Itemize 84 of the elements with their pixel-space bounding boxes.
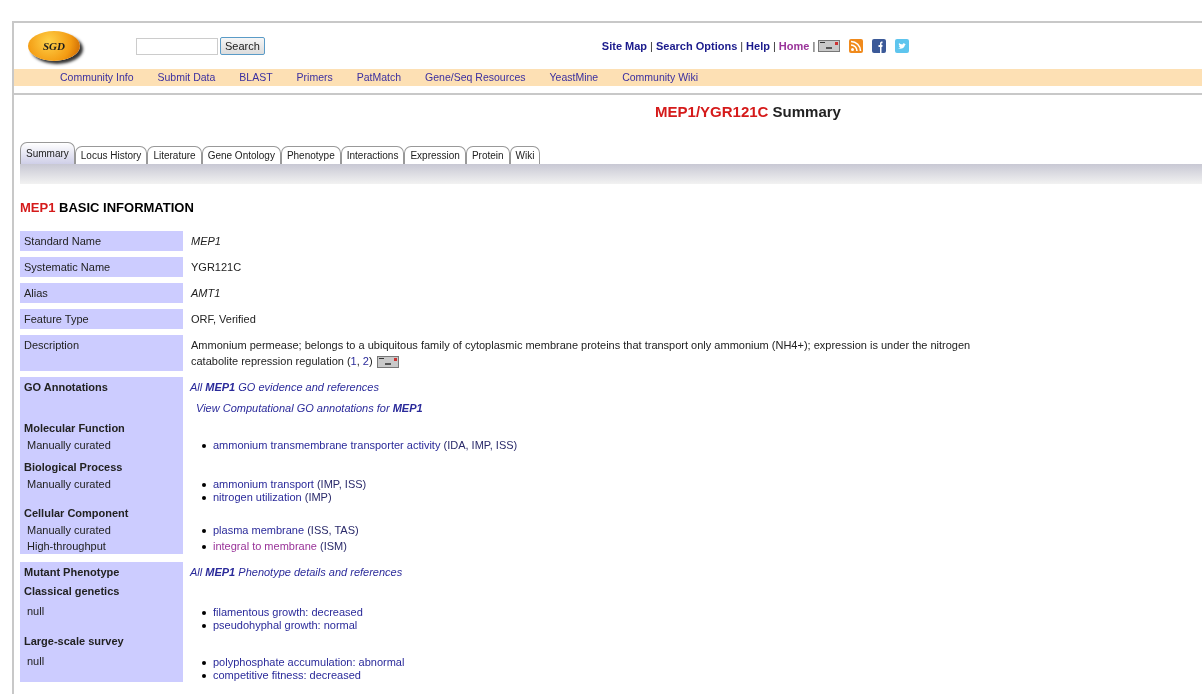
nav-link[interactable]: PatMatch (356, 69, 402, 86)
group-heading: Biological Process (20, 458, 183, 476)
link[interactable]: View Computational GO annotations for MEP1 (196, 401, 1202, 415)
term-link[interactable]: polyphosphate accumulation: abnormal (213, 656, 405, 668)
link[interactable]: All MEP1 GO evidence and references (190, 377, 1202, 394)
evidence-codes: (ISM) (320, 540, 347, 552)
term-link[interactable]: competitive fitness: decreased (213, 669, 361, 681)
tab[interactable]: Summary (20, 141, 75, 164)
nav-link[interactable]: Primers (296, 69, 333, 86)
evidence-codes: (IMP, ISS) (316, 478, 367, 490)
row-label: Mutant Phenotype (20, 562, 183, 582)
tab[interactable]: Locus History (74, 145, 148, 164)
bullet-icon (202, 544, 206, 549)
nav-link[interactable]: BLAST (239, 69, 273, 86)
nav-link[interactable]: Submit Data (157, 69, 216, 86)
bullet-icon (202, 623, 206, 628)
email-icon[interactable] (376, 356, 399, 369)
separator: | (772, 38, 776, 54)
bullet-icon (202, 673, 206, 678)
row-label: Manually curated (20, 437, 183, 458)
nav-link[interactable]: Gene/Seq Resources (425, 69, 526, 86)
row-label: GO Annotations (20, 377, 183, 397)
nav-link[interactable]: Site Map (601, 37, 648, 55)
evidence-codes: (ISS, TAS) (307, 524, 359, 536)
group-heading: Large-scale survey (20, 632, 183, 650)
bullet-icon (202, 610, 206, 615)
row-label: Systematic Name (20, 257, 183, 277)
bullet-icon (202, 443, 206, 448)
separator: | (740, 38, 744, 54)
term-link[interactable]: plasma membrane (213, 524, 305, 536)
section-heading: MEP1 BASIC INFORMATION (20, 198, 195, 217)
bullet-icon (202, 482, 206, 487)
nav-link[interactable]: Home (778, 37, 810, 55)
bullet-icon (202, 495, 206, 500)
row-label: null (20, 650, 183, 682)
row-value: Ammonium permease; belongs to a ubiquitous family of cytoplasmic membrane proteins that transport only ammonium (NH4+); expression is under the nitrogen catabolite repression regulation (1, 2) (190, 338, 972, 371)
reference-link[interactable]: 2 (362, 355, 369, 367)
group-heading: Cellular Component (20, 504, 183, 522)
term-link[interactable]: integral to membrane (213, 540, 317, 552)
row-label: Description (20, 335, 183, 371)
row-label: null (20, 600, 183, 632)
row-label: High-throughput (20, 538, 183, 554)
tab[interactable]: Interactions (340, 145, 405, 164)
tab[interactable]: Wiki (509, 145, 541, 164)
search-button[interactable]: Search (220, 37, 265, 55)
row-label: Feature Type (20, 309, 183, 329)
link[interactable]: All MEP1 Phenotype details and references (190, 562, 1202, 579)
search-field[interactable] (136, 37, 218, 55)
nav-link[interactable]: Community Wiki (622, 69, 698, 86)
row-label: Alias (20, 283, 183, 303)
evidence-codes: (IMP) (304, 491, 332, 503)
term-link[interactable]: ammonium transport (213, 478, 314, 490)
nav-link[interactable]: YeastMine (549, 69, 599, 86)
tab[interactable]: Expression (404, 145, 466, 164)
term-link[interactable]: nitrogen utilization (213, 491, 302, 503)
term-link[interactable]: pseudohyphal growth: normal (213, 619, 358, 631)
reference-link[interactable]: 1 (350, 355, 357, 367)
row-value: MEP1 (190, 234, 222, 249)
term-link[interactable]: filamentous growth: decreased (213, 606, 363, 618)
term-link[interactable]: ammonium transmembrane transporter activity (213, 439, 441, 451)
row-label: Standard Name (20, 231, 183, 251)
tab[interactable]: Literature (147, 145, 202, 164)
bullet-icon (202, 528, 206, 533)
bullet-icon (202, 660, 206, 665)
nav-link[interactable]: Search Options (655, 37, 738, 55)
tab[interactable]: Phenotype (280, 145, 341, 164)
row-value: AMT1 (190, 286, 222, 301)
tab[interactable]: Gene Ontology (201, 145, 281, 164)
separator: | (650, 38, 653, 54)
separator: | (812, 38, 816, 54)
evidence-codes: (IDA, IMP, ISS) (443, 439, 518, 451)
row-value: YGR121C (190, 260, 243, 275)
row-label: Manually curated (20, 522, 183, 538)
row-value: ORF, Verified (190, 312, 257, 327)
nav-link[interactable]: Community Info (60, 69, 134, 86)
email-icon[interactable] (818, 40, 841, 52)
site-logo[interactable]: SGD (28, 31, 80, 61)
page-title: MEP1/YGR121C Summary (655, 102, 841, 122)
tab[interactable]: Protein (465, 145, 510, 164)
group-heading: Classical genetics (20, 582, 183, 600)
facebook-icon[interactable] (872, 39, 887, 53)
row-label: Manually curated (20, 476, 183, 504)
group-heading: Molecular Function (20, 419, 183, 437)
nav-link[interactable]: Help (746, 37, 770, 55)
